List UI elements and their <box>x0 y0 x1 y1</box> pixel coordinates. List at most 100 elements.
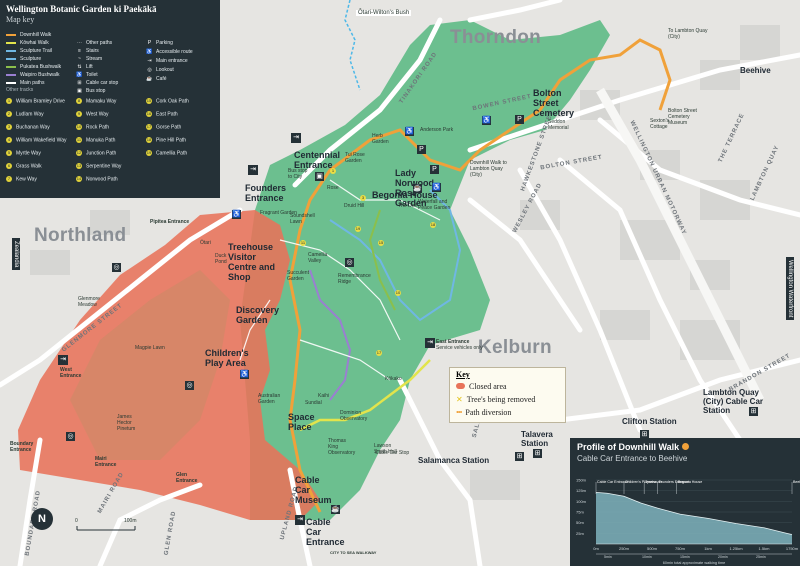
bus-icon: ▣ <box>77 88 82 94</box>
line-swatch-icon <box>6 49 16 52</box>
lookout-icon: ◎ <box>66 432 75 441</box>
track-number-icon: 10 <box>76 124 82 130</box>
map-key-label: Map key <box>6 15 35 24</box>
label-james-hector: James Hector Pinetum <box>117 414 136 432</box>
label-west-entrance: West Entrance <box>60 367 82 379</box>
line-swatch-icon <box>6 33 16 36</box>
label-seddon: Seddon Memorial <box>548 119 569 131</box>
legend-track-item: 10 Rock Path <box>76 124 109 130</box>
legend-track-item: 6 Grass Walk <box>6 163 42 169</box>
legend-line-item: Kōwhai Walk <box>6 40 49 46</box>
label-succulent: Succulent Garden <box>287 270 309 282</box>
parking-icon: P <box>515 115 524 124</box>
label-discovery-garden: Discovery Garden <box>236 305 280 325</box>
label-bolton-street-cemetery: Bolton Street Cemetery <box>533 88 575 118</box>
map[interactable]: Thorndon Northland Kelburn TINAKORI ROAD… <box>0 0 800 566</box>
label-treehouse: Treehouse Visitor Centre and Shop <box>228 242 276 282</box>
profile-xtick: 1.25km <box>729 546 743 551</box>
legend-right-label: Parking <box>156 40 173 46</box>
lift-icon: ⇅ <box>77 64 82 70</box>
legend-line-item: Downhill Walk <box>6 32 51 38</box>
legend-mid-label: Other paths <box>86 40 113 46</box>
profile-ytick: 25m <box>576 531 584 536</box>
parking-icon: P <box>430 165 439 174</box>
key-trees: ✕ Tree's being removed <box>456 395 536 404</box>
legend-track-label: Camellia Path <box>156 150 188 157</box>
tab-zealandia[interactable]: Zealandia <box>12 238 20 271</box>
label-camellia: Camellia Valley <box>308 252 328 264</box>
cable-car-icon: ⊞ <box>533 449 542 458</box>
cafe-icon: ☕ <box>331 505 340 514</box>
label-salamanca-station: Salamanca Station <box>418 456 490 465</box>
label-waterfall: Waterfall and Peace Garden <box>418 199 451 211</box>
toilet-icon: ♿ <box>232 210 241 219</box>
track-marker: 10 <box>395 290 401 296</box>
tab-waterfront[interactable]: Wellington Waterfront <box>786 257 794 321</box>
label-boundary-entrance: Boundary Entrance <box>10 441 34 453</box>
line-swatch-icon <box>6 57 16 60</box>
label-herb: Herb Garden <box>372 133 389 145</box>
legend-track-item: 14 Norwood Path <box>76 176 118 182</box>
profile-xtick: 1750m <box>786 546 799 551</box>
track-number-icon: 1 <box>6 98 12 104</box>
stairs-icon: ≡ <box>78 48 81 54</box>
track-number-icon: 19 <box>146 150 152 156</box>
profile-time: 15min <box>680 555 690 559</box>
legend-track-label: West Way <box>86 111 109 118</box>
profile-xtick: 1.5km <box>759 546 771 551</box>
track-number-icon: 14 <box>76 176 82 182</box>
label-space-place: Space Place <box>288 412 315 432</box>
lookout-icon: ◎ <box>112 263 121 272</box>
track-number-icon: 18 <box>146 137 152 143</box>
legend-line-item: Pukatea Bushwalk <box>6 64 61 70</box>
track-marker: 19 <box>355 226 361 232</box>
profile-time: 20min <box>718 555 728 559</box>
legend-mid-item: ▣ Bus stop <box>76 88 105 94</box>
legend-line-item: Main paths <box>6 80 44 86</box>
track-marker: 3 <box>360 195 366 201</box>
toilet-icon: ♿ <box>76 72 83 78</box>
legend-line-label: Sculpture Trail <box>20 48 52 54</box>
profile-chart: 150m 125m 100m 75m 50m 25m 0m 250m 500m 750m 1km 1.… <box>576 478 800 566</box>
legend-track-item: 4 William Wakefield Way <box>6 137 66 143</box>
legend-track-label: Buchanan Way <box>16 124 50 131</box>
label-bus-city: Bus stop to City <box>288 168 308 180</box>
line-swatch-icon <box>6 81 16 84</box>
legend-right-item: P Parking <box>146 40 173 46</box>
label-duck-pond: Duck Pond <box>215 253 227 265</box>
label-cable-car-entrance: Cable Car Entrance <box>306 517 345 547</box>
profile-xtick: 500m <box>647 546 658 551</box>
legend-right-label: Café <box>156 76 167 82</box>
legend-mid-label: Cable car stop <box>86 80 119 86</box>
label-downhill-note: Downhill Walk to Lambton Quay (City) <box>470 160 507 178</box>
legend-right-item: ⇥ Main entrance <box>146 58 187 64</box>
track-number-icon: 5 <box>6 150 12 156</box>
legend-track-item: 19 Camellia Path <box>146 150 187 156</box>
legend-mid-item: ⇅ Lift <box>76 64 92 70</box>
legend-right-label: Accessible route <box>156 49 193 55</box>
label-otari: Ōtari-Wilton's Bush <box>356 10 412 16</box>
entrance-icon: ⇥ <box>248 165 258 175</box>
legend-track-label: Ludlam Way <box>16 111 44 118</box>
profile-ytick: 50m <box>576 520 584 525</box>
label-anderson: Anderson Park <box>420 127 454 133</box>
legend-line-item: Sculpture Trail <box>6 48 52 54</box>
profile-time: 10min <box>642 555 652 559</box>
profile-ytick: 75m <box>576 510 584 515</box>
label-pipitea: Pipitea Entrance <box>150 219 190 225</box>
legend-mid-item: ~ Stream <box>76 56 102 62</box>
dots-icon: ⋯ <box>77 40 82 46</box>
legend-mid-item: ♿ Toilet <box>76 72 97 78</box>
other-tracks-label: Other tracks <box>6 87 34 93</box>
label-fragrant: Fragrant Garden <box>260 210 297 216</box>
legend-line-label: Sculpture <box>20 56 42 62</box>
label-founders-entrance: Founders Entrance <box>245 183 287 203</box>
track-marker: 17 <box>376 350 382 356</box>
label-kokako: Kōkako <box>385 376 402 382</box>
profile-time: 5min <box>604 555 612 559</box>
entrance-icon: ⇥ <box>425 338 435 348</box>
legend-track-label: Kew Way <box>16 176 37 183</box>
legend-line-label: Waipiro Bushwalk <box>20 72 60 78</box>
closure-key: Key Closed area ✕ Tree's being removed ••… <box>449 367 566 423</box>
line-swatch-icon <box>6 73 16 76</box>
